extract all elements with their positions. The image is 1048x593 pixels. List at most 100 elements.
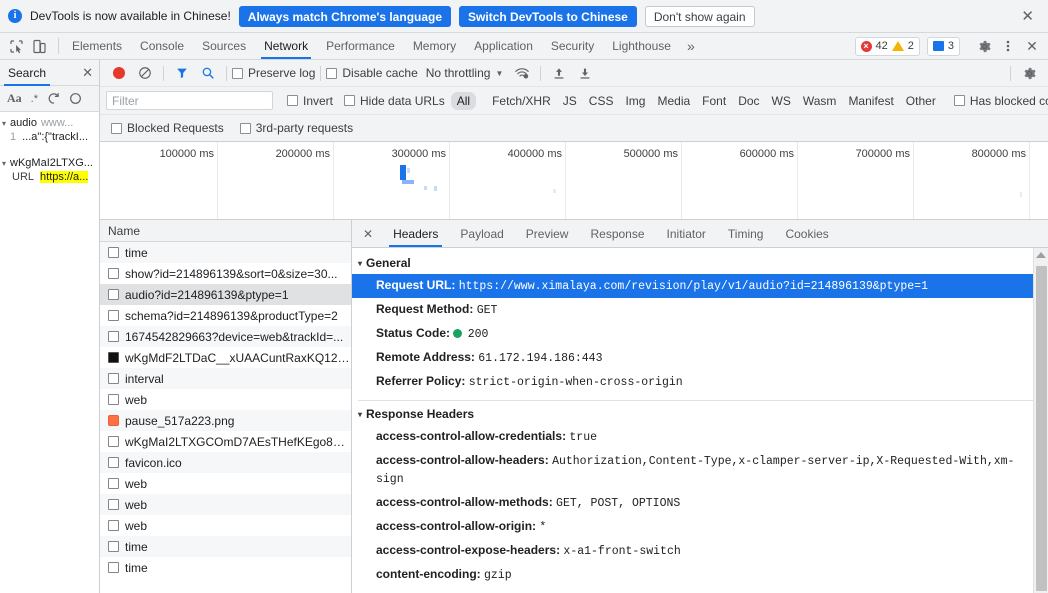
table-row[interactable]: time [100, 242, 351, 263]
refresh-icon[interactable] [47, 92, 60, 105]
search-result-group[interactable]: ▾ audio www... [0, 116, 99, 130]
status-code-row[interactable]: Status Code: 200 [352, 322, 1048, 346]
tab-search[interactable]: Search [3, 60, 51, 86]
messages-count-group[interactable]: 3 [926, 36, 960, 56]
record-icon[interactable] [106, 60, 132, 86]
network-conditions-icon[interactable] [509, 60, 535, 86]
tab-memory[interactable]: Memory [404, 33, 465, 59]
table-row[interactable]: wKgMaI2LTXGCOmD7AEsTHefKEgo857-... [100, 431, 351, 452]
tab-preview[interactable]: Preview [515, 220, 580, 247]
inspect-element-icon[interactable] [8, 38, 25, 55]
response-header-row[interactable]: content-type: text/plain; charset=UTF-8 [352, 587, 1048, 593]
hide-data-urls-checkbox[interactable]: Hide data URLs [344, 94, 445, 108]
switch-devtools-to-chinese-button[interactable]: Switch DevTools to Chinese [459, 5, 637, 27]
filter-type-css[interactable]: CSS [583, 92, 620, 110]
chevron-down-icon[interactable]: ▾ [2, 159, 6, 168]
filter-type-other[interactable]: Other [900, 92, 942, 110]
export-har-icon[interactable] [572, 60, 598, 86]
scroll-up-icon[interactable] [1036, 252, 1046, 258]
clear-search-icon[interactable] [69, 92, 82, 105]
tab-application[interactable]: Application [465, 33, 542, 59]
request-url-row[interactable]: Request URL: https://www.ximalaya.com/re… [352, 274, 1048, 298]
filter-type-all[interactable]: All [450, 91, 477, 110]
table-row[interactable]: schema?id=214896139&productType=2 [100, 305, 351, 326]
filter-input[interactable] [106, 91, 273, 110]
search-result-group[interactable]: ▾ wKgMaI2LTXG... [0, 156, 99, 170]
tab-cookies[interactable]: Cookies [774, 220, 839, 247]
response-header-row[interactable]: content-encoding: gzip [352, 563, 1048, 587]
checkbox-box[interactable] [239, 122, 251, 134]
table-row[interactable]: wKgMdF2LTDaC__xUAACuntRaxKQ128.j... [100, 347, 351, 368]
table-row[interactable]: 1674542829663?device=web&trackId=... [100, 326, 351, 347]
table-row[interactable]: web [100, 515, 351, 536]
table-row[interactable]: audio?id=214896139&ptype=1 [100, 284, 351, 305]
table-row[interactable]: web [100, 494, 351, 515]
tab-lighthouse[interactable]: Lighthouse [603, 33, 680, 59]
filter-type-media[interactable]: Media [651, 92, 696, 110]
chevron-down-icon[interactable]: ▾ [358, 259, 362, 268]
tab-initiator[interactable]: Initiator [656, 220, 717, 247]
checkbox-box[interactable] [344, 95, 356, 106]
tab-console[interactable]: Console [131, 33, 193, 59]
checkbox-box[interactable] [326, 67, 338, 79]
tab-payload[interactable]: Payload [449, 220, 514, 247]
requests-column-header[interactable]: Name [100, 220, 351, 242]
table-row[interactable]: time [100, 557, 351, 578]
search-icon[interactable] [195, 60, 221, 86]
checkbox-box[interactable] [111, 122, 122, 134]
import-har-icon[interactable] [546, 60, 572, 86]
response-header-row[interactable]: access-control-allow-headers: Authorizat… [352, 449, 1048, 491]
close-detail-icon[interactable]: ✕ [356, 220, 382, 247]
requests-list[interactable]: time show?id=214896139&sort=0&size=30...… [100, 242, 351, 593]
filter-type-manifest[interactable]: Manifest [842, 92, 899, 110]
tab-response[interactable]: Response [579, 220, 655, 247]
chevron-down-icon[interactable]: ▾ [358, 410, 362, 419]
table-row[interactable]: time [100, 536, 351, 557]
throttling-select[interactable]: No throttling [418, 66, 491, 80]
filter-type-js[interactable]: JS [557, 92, 583, 110]
tab-network[interactable]: Network [255, 33, 317, 59]
table-row[interactable]: web [100, 389, 351, 410]
table-row[interactable]: show?id=214896139&sort=0&size=30... [100, 263, 351, 284]
response-header-row[interactable]: access-control-expose-headers: x-a1-fron… [352, 539, 1048, 563]
invert-checkbox[interactable]: Invert [287, 94, 333, 108]
regex-icon[interactable]: .* [31, 93, 38, 105]
table-row[interactable]: pause_517a223.png [100, 410, 351, 431]
tab-performance[interactable]: Performance [317, 33, 404, 59]
kebab-menu-icon[interactable] [997, 35, 1019, 57]
filter-icon[interactable] [169, 60, 195, 86]
response-header-row[interactable]: access-control-allow-origin: * [352, 515, 1048, 539]
detail-scrollbar[interactable] [1033, 248, 1048, 593]
request-method-row[interactable]: Request Method: GET [352, 298, 1048, 322]
match-case-icon[interactable]: Aa [7, 91, 22, 106]
dont-show-again-button[interactable]: Don't show again [644, 5, 755, 27]
network-settings-gear-icon[interactable] [1016, 60, 1042, 86]
tab-timing[interactable]: Timing [717, 220, 775, 247]
checkbox-box[interactable] [953, 95, 965, 106]
response-header-row[interactable]: access-control-allow-methods: GET, POST,… [352, 491, 1048, 515]
filter-type-fetch-xhr[interactable]: Fetch/XHR [486, 92, 557, 110]
filter-type-ws[interactable]: WS [766, 92, 797, 110]
more-tabs-icon[interactable]: » [680, 33, 702, 59]
chevron-down-icon[interactable]: ▼ [490, 69, 509, 78]
remote-address-row[interactable]: Remote Address: 61.172.194.186:443 [352, 346, 1048, 370]
search-result-url-row[interactable]: URL https://a... [0, 170, 99, 184]
disable-cache-checkbox[interactable]: Disable cache [326, 66, 418, 80]
referrer-policy-row[interactable]: Referrer Policy: strict-origin-when-cros… [352, 370, 1048, 394]
table-row[interactable]: favicon.ico [100, 452, 351, 473]
response-headers-section-header[interactable]: ▾ Response Headers [352, 405, 1048, 425]
tab-elements[interactable]: Elements [63, 33, 131, 59]
third-party-requests-checkbox[interactable]: 3rd-party requests [239, 121, 353, 135]
close-devtools-icon[interactable]: ✕ [1021, 35, 1043, 57]
close-icon[interactable]: ✕ [1021, 9, 1034, 24]
tab-headers[interactable]: Headers [382, 220, 449, 247]
checkbox-box[interactable] [232, 67, 243, 79]
blocked-requests-checkbox[interactable]: Blocked Requests [111, 121, 224, 135]
issues-counts-group[interactable]: × 42 2 [854, 36, 920, 56]
has-blocked-cookies-checkbox[interactable]: Has blocked cookies [953, 94, 1048, 108]
response-header-row[interactable]: access-control-allow-credentials: true [352, 425, 1048, 449]
filter-type-img[interactable]: Img [619, 92, 651, 110]
chevron-down-icon[interactable]: ▾ [2, 119, 6, 128]
tab-security[interactable]: Security [542, 33, 603, 59]
preserve-log-checkbox[interactable]: Preserve log [232, 66, 315, 80]
